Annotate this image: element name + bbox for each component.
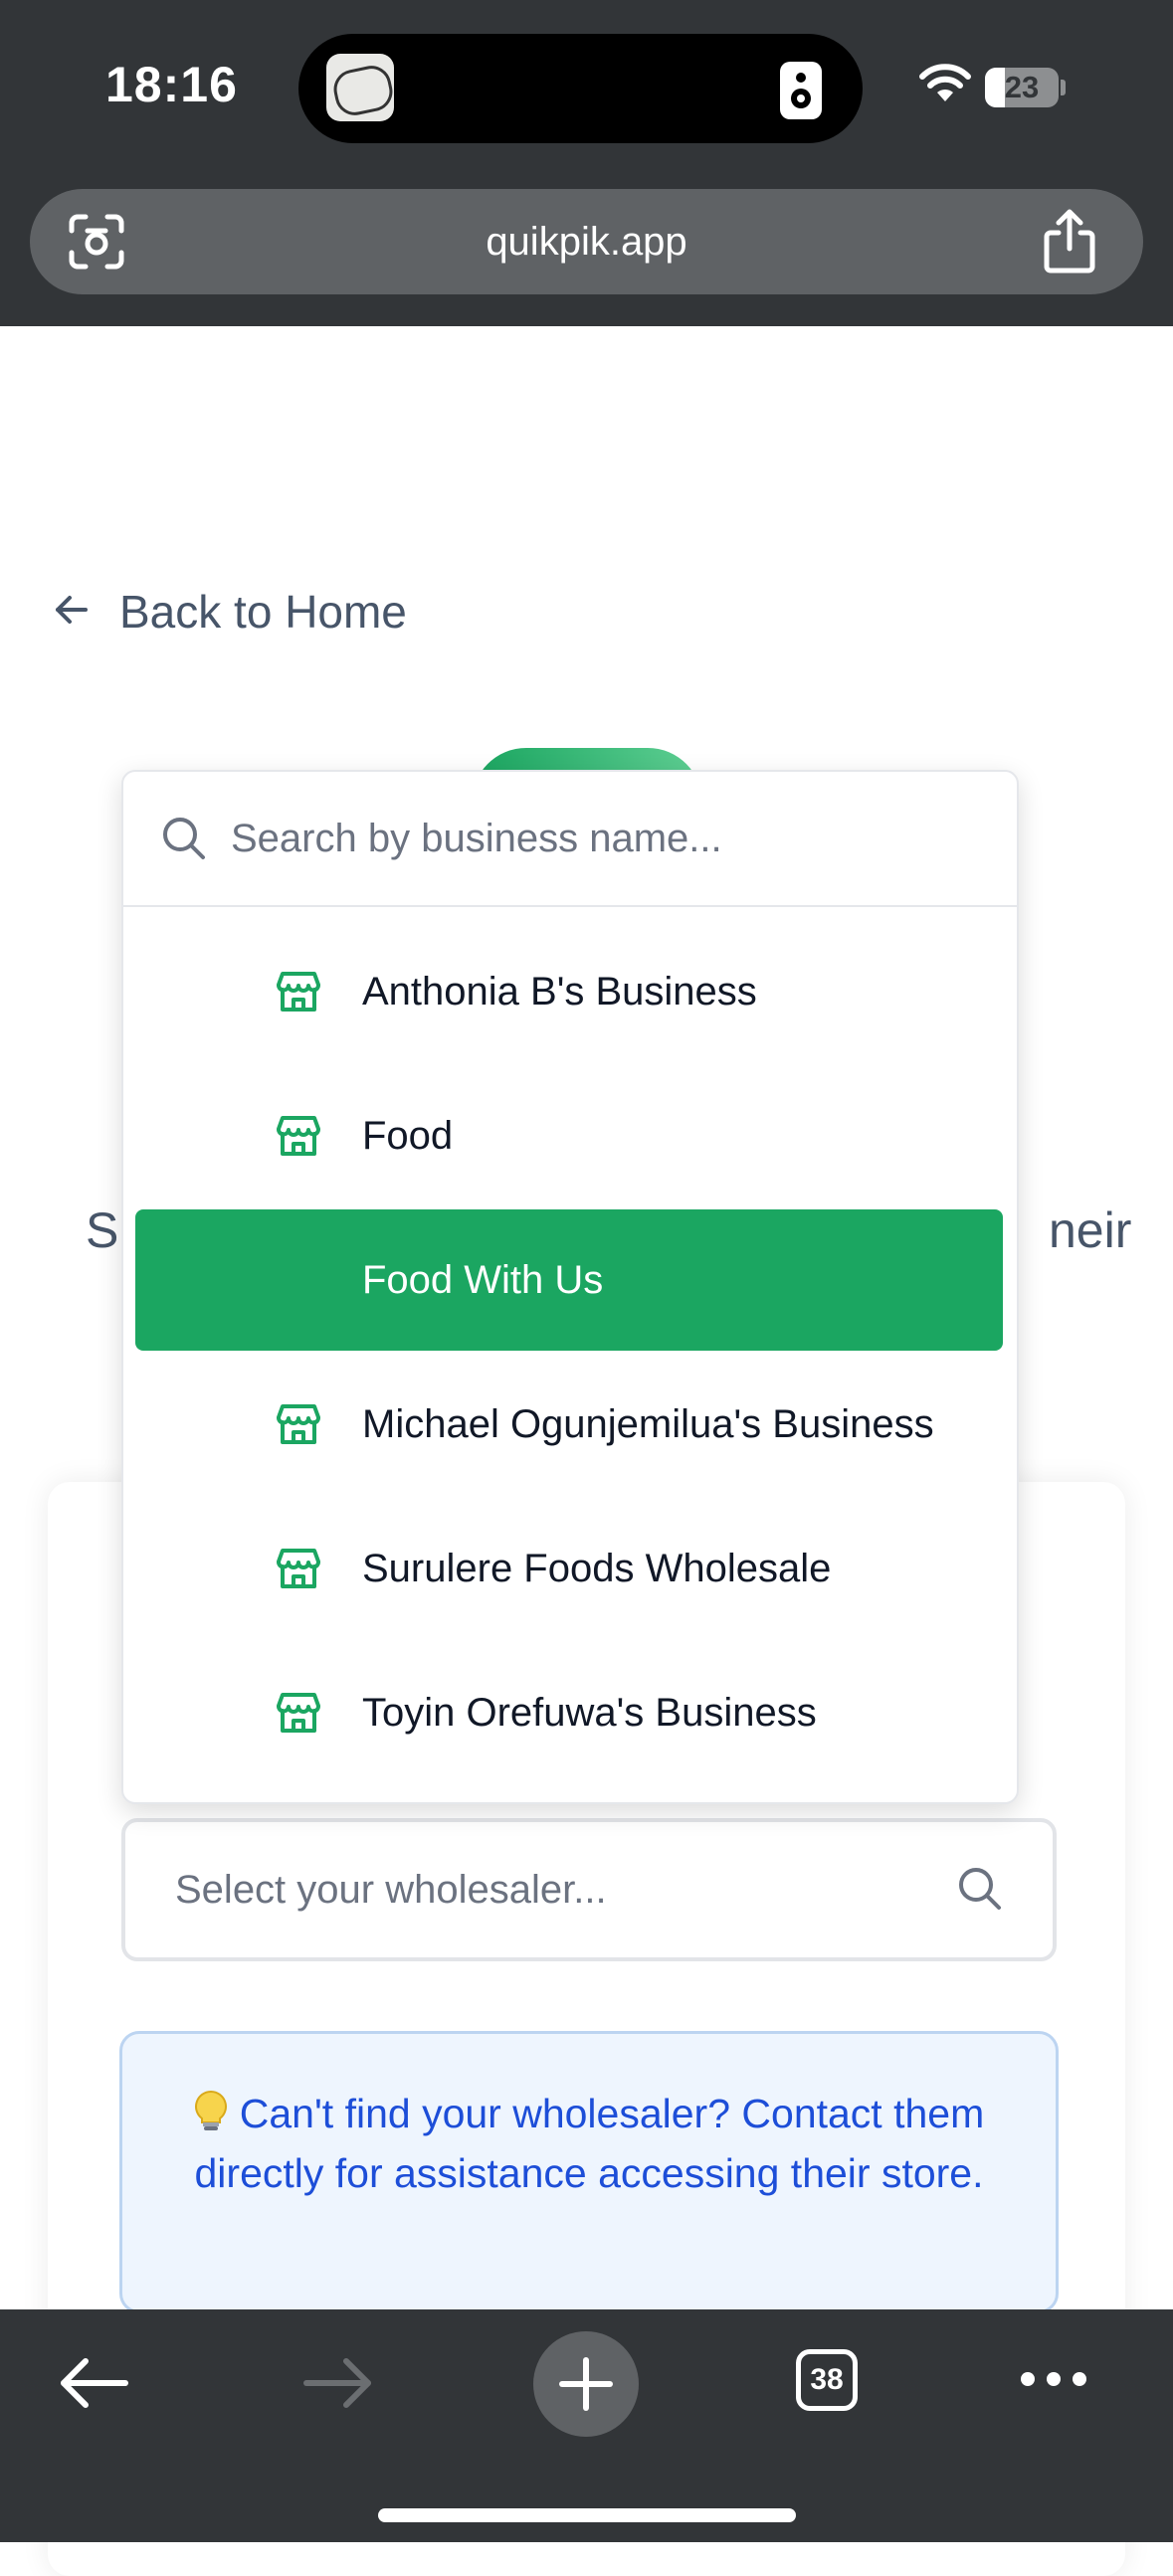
share-icon[interactable] xyxy=(1039,209,1100,279)
dropdown-option[interactable]: Anthonia B's Business xyxy=(135,921,1003,1062)
search-icon xyxy=(161,816,207,866)
page-subtitle-left-fragment: S xyxy=(86,1202,119,1258)
back-to-home-link[interactable]: Back to Home xyxy=(52,577,407,646)
dropdown-option-label: Michael Ogunjemilua's Business xyxy=(362,1401,934,1446)
store-icon xyxy=(275,1400,322,1448)
more-options-icon[interactable] xyxy=(1019,2369,1088,2394)
help-notice-content: Can't find your wholesaler? Contact them… xyxy=(182,2084,996,2203)
arrow-left-icon xyxy=(52,590,92,635)
dropdown-option-label: Anthonia B's Business xyxy=(362,969,757,1013)
lightbulb-icon xyxy=(194,2090,228,2133)
address-bar[interactable]: quikpik.app xyxy=(30,189,1143,294)
page-subtitle-right-fragment: neir xyxy=(1049,1202,1132,1258)
dropdown-option[interactable]: Toyin Orefuwa's Business xyxy=(135,1642,1003,1783)
forward-arrow-icon[interactable] xyxy=(300,2345,376,2426)
store-icon xyxy=(275,1545,322,1592)
back-to-home-label: Back to Home xyxy=(119,586,407,638)
dropdown-option-label: Food With Us xyxy=(362,1257,604,1302)
wholesaler-select[interactable]: Select your wholesaler... xyxy=(121,1818,1057,1961)
plus-icon xyxy=(559,2357,613,2411)
help-notice: Can't find your wholesaler? Contact them… xyxy=(119,2031,1059,2313)
dropdown-option-label: Toyin Orefuwa's Business xyxy=(362,1690,817,1735)
store-icon xyxy=(275,968,322,1015)
battery-tip xyxy=(1061,80,1066,95)
store-icon xyxy=(275,1112,322,1160)
dropdown-option-label: Food xyxy=(362,1113,454,1158)
url-text[interactable]: quikpik.app xyxy=(30,189,1143,294)
search-icon xyxy=(957,1866,1003,1917)
dropdown-option[interactable]: Michael Ogunjemilua's Business xyxy=(135,1354,1003,1495)
battery-icon: 23 xyxy=(985,68,1059,107)
home-indicator xyxy=(378,2508,796,2522)
browser-bottom-toolbar: 38 xyxy=(0,2309,1173,2542)
battery-percentage: 23 xyxy=(1004,70,1040,104)
wholesaler-select-placeholder: Select your wholesaler... xyxy=(175,1868,607,1912)
business-search-input[interactable] xyxy=(231,802,967,875)
new-tab-button[interactable] xyxy=(533,2331,639,2437)
dropdown-search-row xyxy=(123,772,1017,907)
wifi-icon xyxy=(919,64,971,108)
help-notice-text: Can't find your wholesaler? Contact them… xyxy=(194,2091,985,2196)
now-playing-artwork-icon xyxy=(326,54,394,121)
store-icon xyxy=(275,1689,322,1737)
status-time: 18:16 xyxy=(105,57,238,112)
dropdown-option[interactable]: Food With Us xyxy=(135,1209,1003,1351)
speaker-icon xyxy=(780,62,822,119)
browser-top-bar: 18:16 23 quikpik.app xyxy=(0,0,1173,326)
dropdown-option[interactable]: Food xyxy=(135,1065,1003,1206)
wholesaler-dropdown: Anthonia B's Business Food Food With Us Mic… xyxy=(121,770,1019,1804)
tab-switcher-button[interactable]: 38 xyxy=(796,2349,858,2411)
back-arrow-icon[interactable] xyxy=(56,2345,131,2426)
tab-count: 38 xyxy=(810,2363,844,2396)
dropdown-option-label: Surulere Foods Wholesale xyxy=(362,1546,832,1590)
dropdown-option[interactable]: Surulere Foods Wholesale xyxy=(135,1498,1003,1639)
